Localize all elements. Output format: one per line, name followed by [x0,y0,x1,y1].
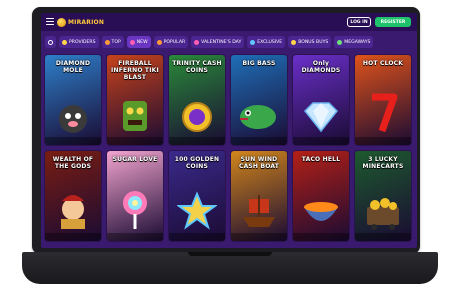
game-art-icon [123,101,147,131]
game-tile[interactable]: SUGAR LOVE [107,151,163,241]
game-title: TRINITY CASH COINS [172,60,222,74]
game-title: TACO HELL [301,156,341,163]
game-tile[interactable]: BIG BASS [231,55,287,145]
game-title: Only DIAMONDS [301,60,341,74]
game-title: DIAMOND MOLE [55,60,91,74]
menu-icon[interactable] [46,18,54,25]
game-tile[interactable]: DIAMOND MOLE [45,55,101,145]
game-tile[interactable]: WEALTH OF THE GODS [45,151,101,241]
nav-label: PROVIDERS [69,39,96,45]
game-title: SUGAR LOVE [112,156,158,163]
logo-text: MIRARION [68,18,105,26]
game-title: SUN WIND CASH BOAT [238,156,280,170]
providers-icon [62,39,67,45]
nav-label: NEW [136,39,148,45]
category-nav: PROVIDERS TOP NEW POPULAR VALENTINE'S DA… [41,33,417,51]
nav-valentines-day[interactable]: VALENTINE'S DAY [191,36,245,48]
megaways-icon [337,39,343,45]
game-title: FIREBALL INFERNO TIKI BLAST [111,60,159,81]
register-button[interactable]: REGISTER [375,17,411,27]
game-art-icon [182,102,212,132]
popular-icon [156,39,162,45]
game-art-icon [243,195,275,227]
bonus-icon [291,39,297,45]
laptop-base [22,252,438,284]
heart-icon [194,39,200,45]
new-icon [129,39,135,45]
game-art-icon [59,105,87,133]
login-button[interactable]: LOG IN [347,17,371,27]
game-art-icon [240,105,276,129]
game-art-icon [304,202,338,221]
nav-new[interactable]: NEW [126,36,151,48]
game-tile[interactable]: SUN WIND CASH BOAT [231,151,287,241]
nav-label: EXCLUSIVE [257,39,283,45]
game-tile[interactable]: Only DIAMONDS [293,55,349,145]
nav-providers[interactable]: PROVIDERS [59,36,99,48]
exclusive-icon [250,39,256,45]
game-tile[interactable]: 3 LUCKY MINECARTS [355,151,411,241]
game-tile[interactable]: HOT CLOCK [355,55,411,145]
screen: MIRARION LOG IN REGISTER PROVIDERS TOP N… [41,13,417,248]
site-header: MIRARION LOG IN REGISTER [41,13,417,31]
nav-label: VALENTINE'S DAY [201,39,242,45]
game-tile[interactable]: FIREBALL INFERNO TIKI BLAST [107,55,163,145]
nav-label: POPULAR [163,39,186,45]
games-grid: DIAMOND MOLE FIREBALL INFERNO TIKI BLAST… [45,55,413,245]
site-logo[interactable]: MIRARION [57,17,104,27]
game-title: WEALTH OF THE GODS [52,156,94,170]
nav-bonus-buys[interactable]: BONUS BUYS [288,36,332,48]
nav-search[interactable] [45,36,56,48]
nav-label: TOP [111,39,121,45]
laptop-hinge [188,252,272,256]
game-art-icon [61,195,85,229]
game-art-icon [303,102,339,133]
game-title: 3 LUCKY MINECARTS [362,156,404,170]
game-art-icon [367,198,399,230]
game-tile[interactable]: TRINITY CASH COINS [169,55,225,145]
nav-megaways[interactable]: MEGAWAYS [334,36,374,48]
game-tile[interactable]: 100 GOLDEN COINS [169,151,225,241]
game-art-icon [177,191,217,230]
nav-exclusive[interactable]: EXCLUSIVE [247,36,286,48]
nav-label: MEGAWAYS [344,39,371,45]
game-art-icon [372,93,398,133]
nav-label: BONUS BUYS [298,39,329,45]
game-art-icon [123,191,147,229]
nav-popular[interactable]: POPULAR [153,36,189,48]
top-icon [104,39,110,45]
game-title: HOT CLOCK [362,60,404,67]
nav-top[interactable]: TOP [101,36,124,48]
game-title: BIG BASS [242,60,276,67]
game-title: 100 GOLDEN COINS [174,156,220,170]
search-icon [48,39,53,45]
logo-coin-icon [57,17,66,27]
game-tile[interactable]: TACO HELL [293,151,349,241]
